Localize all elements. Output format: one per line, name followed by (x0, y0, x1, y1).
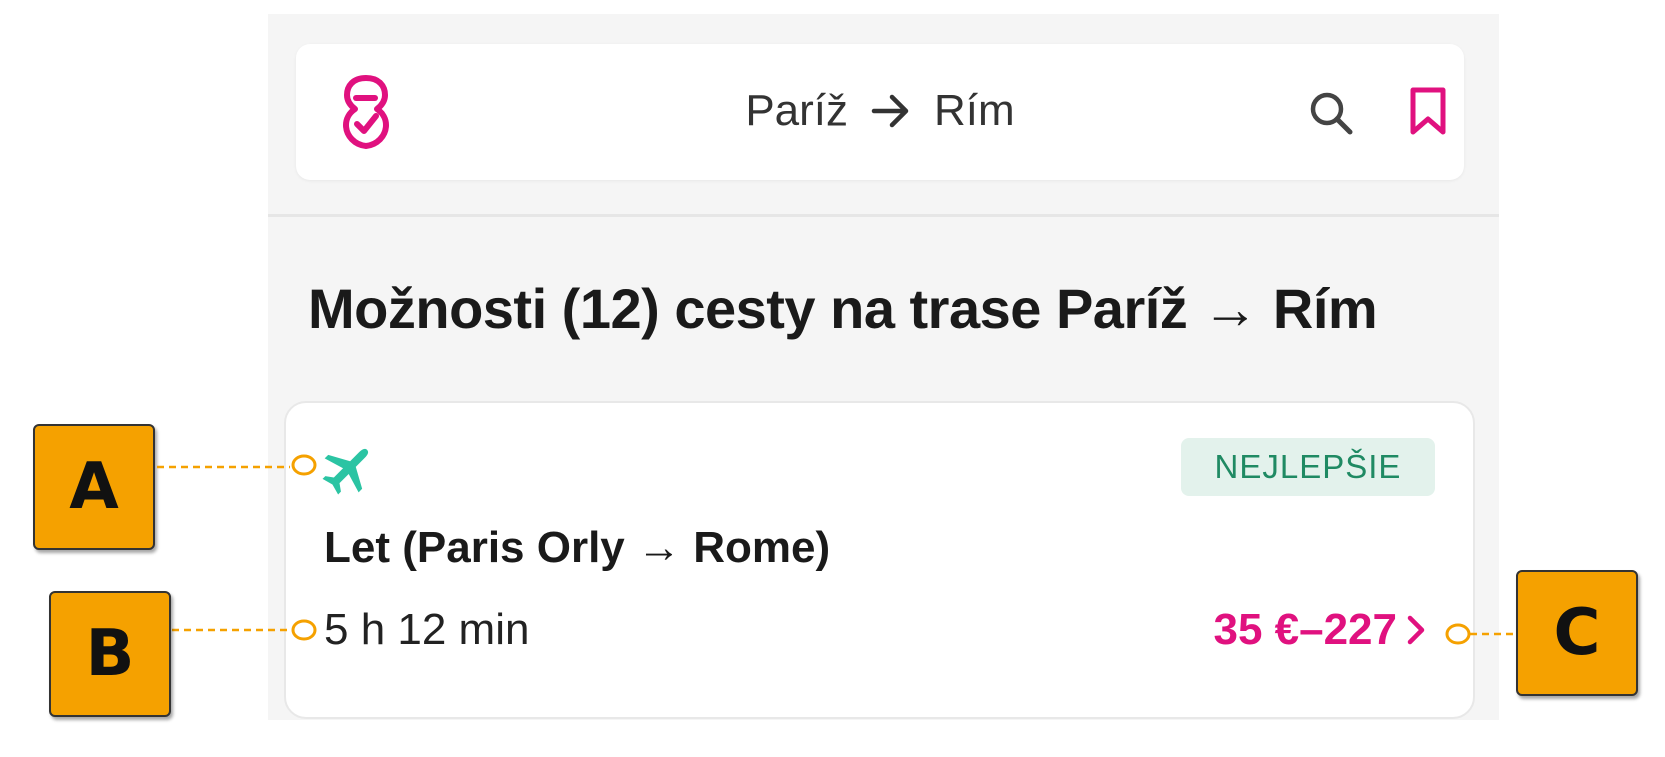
annotation-leaders (157, 454, 1515, 645)
annotation-c-label: C (1516, 570, 1638, 696)
screenshot-stage: Paríž Rím Možnosti (12) cesty na trase P… (0, 0, 1665, 757)
annotation-b-label: B (49, 591, 171, 717)
